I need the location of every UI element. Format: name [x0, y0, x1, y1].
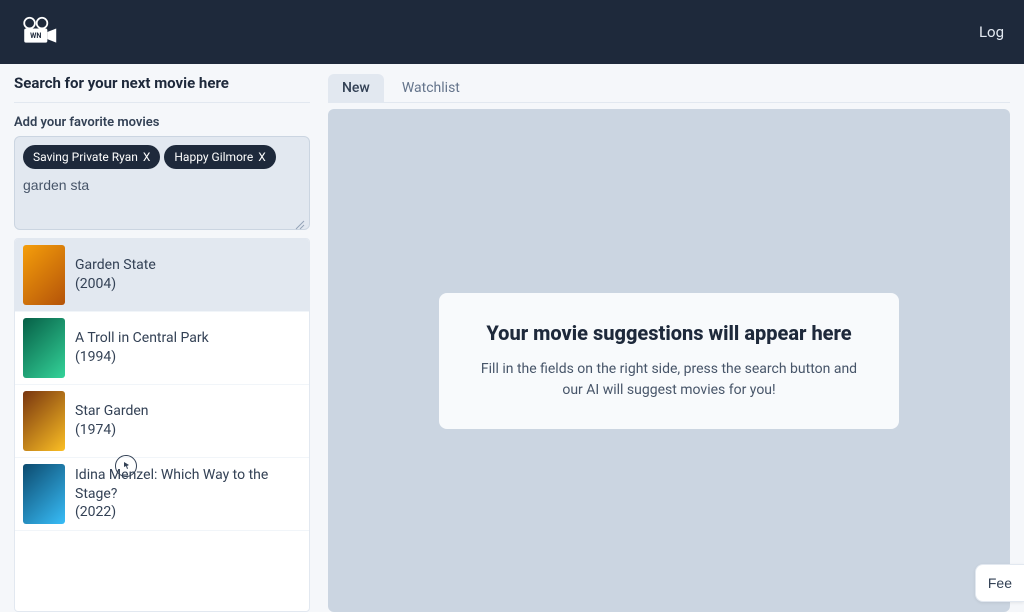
tag-label: Happy Gilmore — [174, 150, 253, 164]
movie-year: (2004) — [75, 275, 156, 294]
favorites-label: Add your favorite movies — [14, 115, 310, 130]
content-area: Search for your next movie here Add your… — [0, 64, 1024, 612]
movie-tag[interactable]: Saving Private Ryan X — [23, 145, 160, 169]
autocomplete-item[interactable]: Star Garden (1974) — [15, 385, 309, 458]
movie-poster — [23, 464, 65, 524]
svg-text:WN: WN — [30, 31, 41, 40]
movie-year: (1974) — [75, 421, 149, 440]
autocomplete-text: Idina Menzel: Which Way to the Stage? (2… — [75, 466, 301, 523]
autocomplete-item[interactable]: Garden State (2004) — [15, 239, 309, 312]
tags-row: Saving Private Ryan X Happy Gilmore X — [23, 145, 301, 169]
resize-handle-icon[interactable] — [295, 215, 305, 225]
movie-title: A Troll in Central Park — [75, 329, 209, 348]
autocomplete-item[interactable]: A Troll in Central Park (1994) — [15, 312, 309, 385]
tag-remove-icon[interactable]: X — [143, 150, 151, 164]
empty-state-card: Your movie suggestions will appear here … — [439, 293, 899, 429]
movie-year: (1994) — [75, 348, 209, 367]
main-panel: New Watchlist Your movie suggestions wil… — [328, 74, 1010, 612]
camera-icon: WN — [20, 16, 64, 48]
results-panel: Your movie suggestions will appear here … — [328, 109, 1010, 612]
brand-logo[interactable]: WN — [20, 16, 64, 48]
movie-tag[interactable]: Happy Gilmore X — [164, 145, 275, 169]
autocomplete-text: Garden State (2004) — [75, 256, 156, 294]
movie-year: (2022) — [75, 503, 301, 522]
search-sidebar: Search for your next movie here Add your… — [14, 74, 310, 612]
tabs-bar: New Watchlist — [328, 74, 1010, 103]
tag-label: Saving Private Ryan — [33, 150, 138, 164]
movie-poster — [23, 318, 65, 378]
search-heading: Search for your next movie here — [14, 74, 310, 103]
movie-poster — [23, 391, 65, 451]
autocomplete-item[interactable]: Idina Menzel: Which Way to the Stage? (2… — [15, 458, 309, 531]
tab-watchlist[interactable]: Watchlist — [388, 74, 474, 102]
tag-remove-icon[interactable]: X — [258, 150, 266, 164]
movie-title: Idina Menzel: Which Way to the Stage? — [75, 466, 301, 504]
tab-new[interactable]: New — [328, 74, 384, 102]
movie-title: Star Garden — [75, 402, 149, 421]
login-link[interactable]: Log — [979, 23, 1004, 41]
movie-title: Garden State — [75, 256, 156, 275]
favorites-input-area[interactable]: Saving Private Ryan X Happy Gilmore X — [14, 136, 310, 230]
autocomplete-list: Garden State (2004) A Troll in Central P… — [14, 238, 310, 612]
feedback-button[interactable]: Fee — [975, 564, 1024, 602]
autocomplete-text: A Troll in Central Park (1994) — [75, 329, 209, 367]
autocomplete-text: Star Garden (1974) — [75, 402, 149, 440]
movie-poster — [23, 245, 65, 305]
empty-state-title: Your movie suggestions will appear here — [469, 321, 869, 345]
top-bar: WN Log — [0, 0, 1024, 64]
empty-state-description: Fill in the fields on the right side, pr… — [469, 359, 869, 401]
movie-search-input[interactable] — [23, 175, 301, 195]
